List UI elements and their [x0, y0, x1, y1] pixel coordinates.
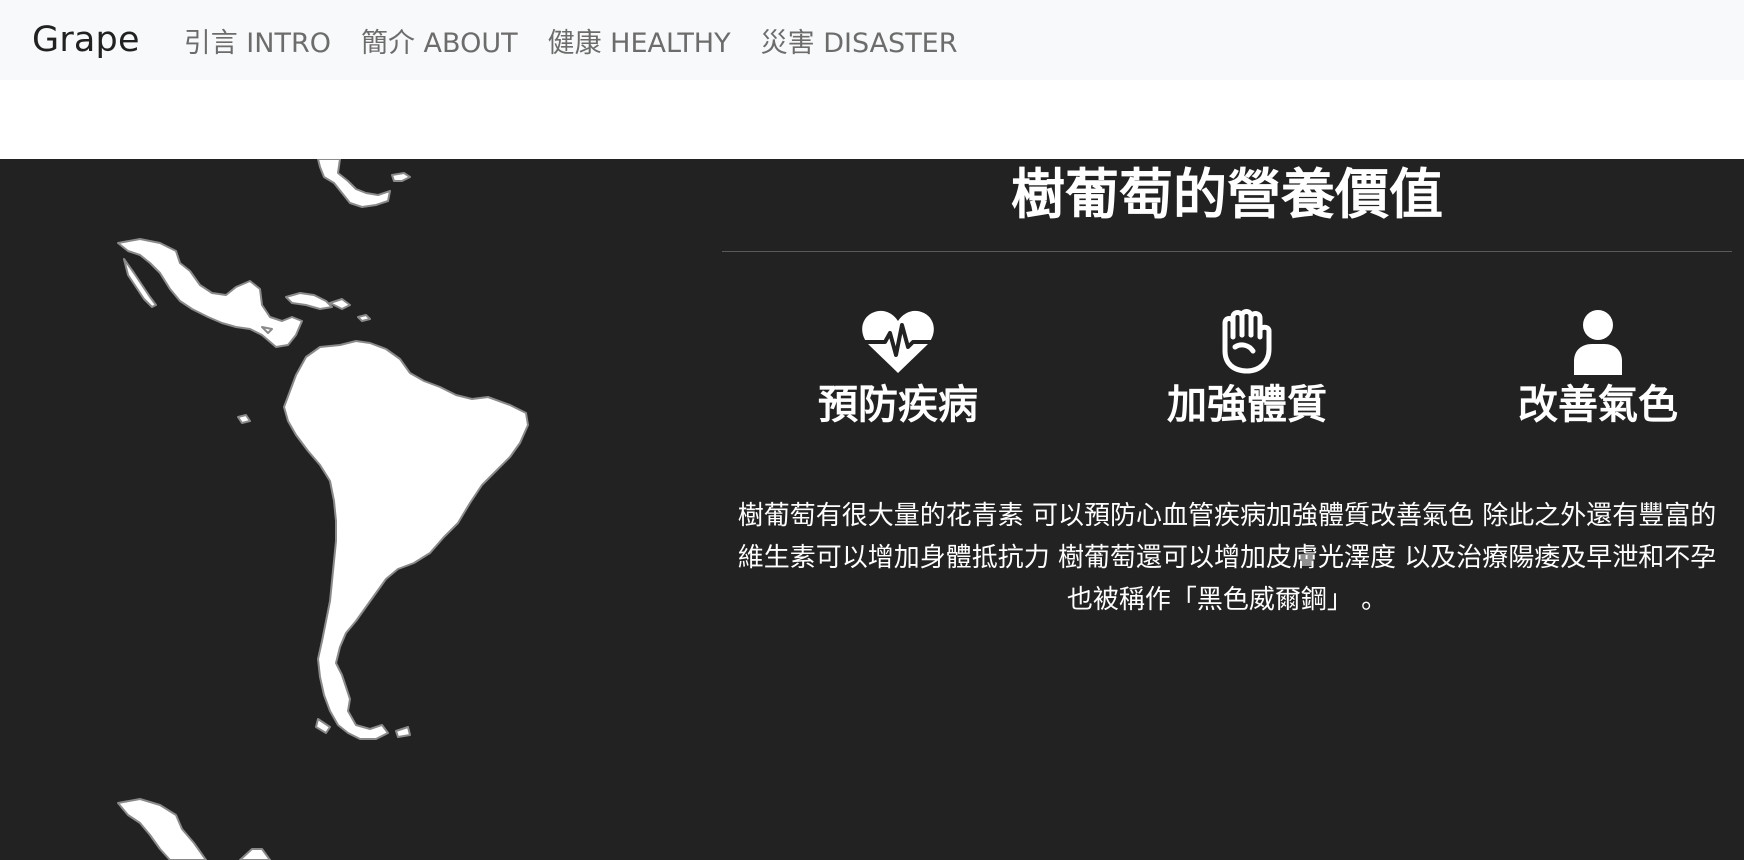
white-spacer: [0, 80, 1744, 159]
section-title: 樹葡萄的營養價值: [1011, 163, 1443, 226]
feature-strengthen-body: 加強體質: [1097, 309, 1397, 429]
nav-link-intro[interactable]: 引言 INTRO: [184, 21, 331, 60]
heartbeat-icon: [862, 310, 934, 373]
features-row: 預防疾病 加強體質 改善氣色: [722, 309, 1732, 439]
feature-label: 加強體質: [1167, 382, 1327, 428]
nav-link-about[interactable]: 簡介 ABOUT: [361, 21, 518, 60]
nav-link-healthy[interactable]: 健康 HEALTHY: [548, 21, 731, 60]
feature-label: 預防疾病: [818, 382, 978, 428]
fist-icon: [1222, 309, 1272, 374]
feature-label: 改善氣色: [1518, 382, 1678, 428]
latin-america-map-image: [117, 159, 529, 860]
user-icon: [1574, 310, 1622, 375]
nav-link-disaster[interactable]: 災害 DISASTER: [761, 21, 958, 60]
nutrition-section: 樹葡萄的營養價值 預防疾病 加強體質 改善氣色 樹葡萄有很大量的花青素 可以預防…: [0, 159, 1744, 860]
brand-link[interactable]: Grape: [32, 20, 140, 60]
title-divider: [722, 251, 1732, 252]
section-description: 樹葡萄有很大量的花青素 可以預防心血管疾病加強體質改善氣色 除此之外還有豐富的維…: [737, 501, 1717, 615]
feature-improve-complexion: 改善氣色: [1448, 309, 1744, 429]
nav-links: 引言 INTRO 簡介 ABOUT 健康 HEALTHY 災害 DISASTER: [184, 21, 958, 60]
nutrition-content: 樹葡萄的營養價值 預防疾病 加強體質 改善氣色 樹葡萄有很大量的花青素 可以預防…: [722, 159, 1732, 860]
top-navbar: Grape 引言 INTRO 簡介 ABOUT 健康 HEALTHY 災害 DI…: [0, 0, 1744, 80]
feature-prevent-disease: 預防疾病: [748, 309, 1048, 429]
